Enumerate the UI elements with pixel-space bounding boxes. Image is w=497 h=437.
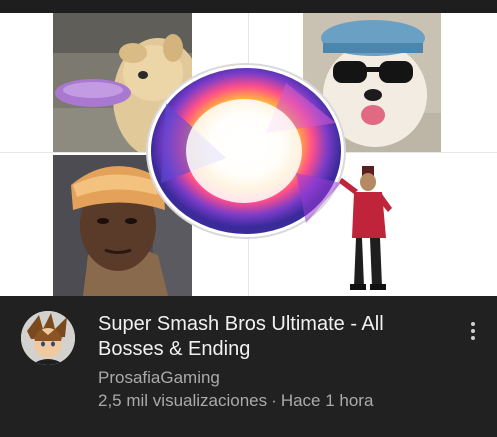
meta-separator: · (271, 391, 277, 410)
view-count: 2,5 mil visualizaciones (98, 391, 268, 410)
more-options-button[interactable] (460, 318, 486, 344)
video-metadata: 2,5 mil visualizaciones · Hace 1 hora (98, 390, 373, 412)
vertical-dots-icon (471, 336, 475, 340)
vertical-dots-icon (471, 329, 475, 333)
smash-ball-image (146, 63, 346, 240)
video-info: Super Smash Bros Ultimate - All Bosses &… (0, 296, 497, 437)
publish-time: Hace 1 hora (280, 391, 374, 410)
channel-name[interactable]: ProsafiaGaming (98, 367, 220, 389)
vertical-dots-icon (471, 322, 475, 326)
video-thumbnail[interactable] (0, 0, 497, 296)
video-title[interactable]: Super Smash Bros Ultimate - All Bosses &… (98, 312, 438, 362)
channel-avatar[interactable] (21, 311, 75, 365)
thumbnail-top-bar (0, 0, 497, 13)
